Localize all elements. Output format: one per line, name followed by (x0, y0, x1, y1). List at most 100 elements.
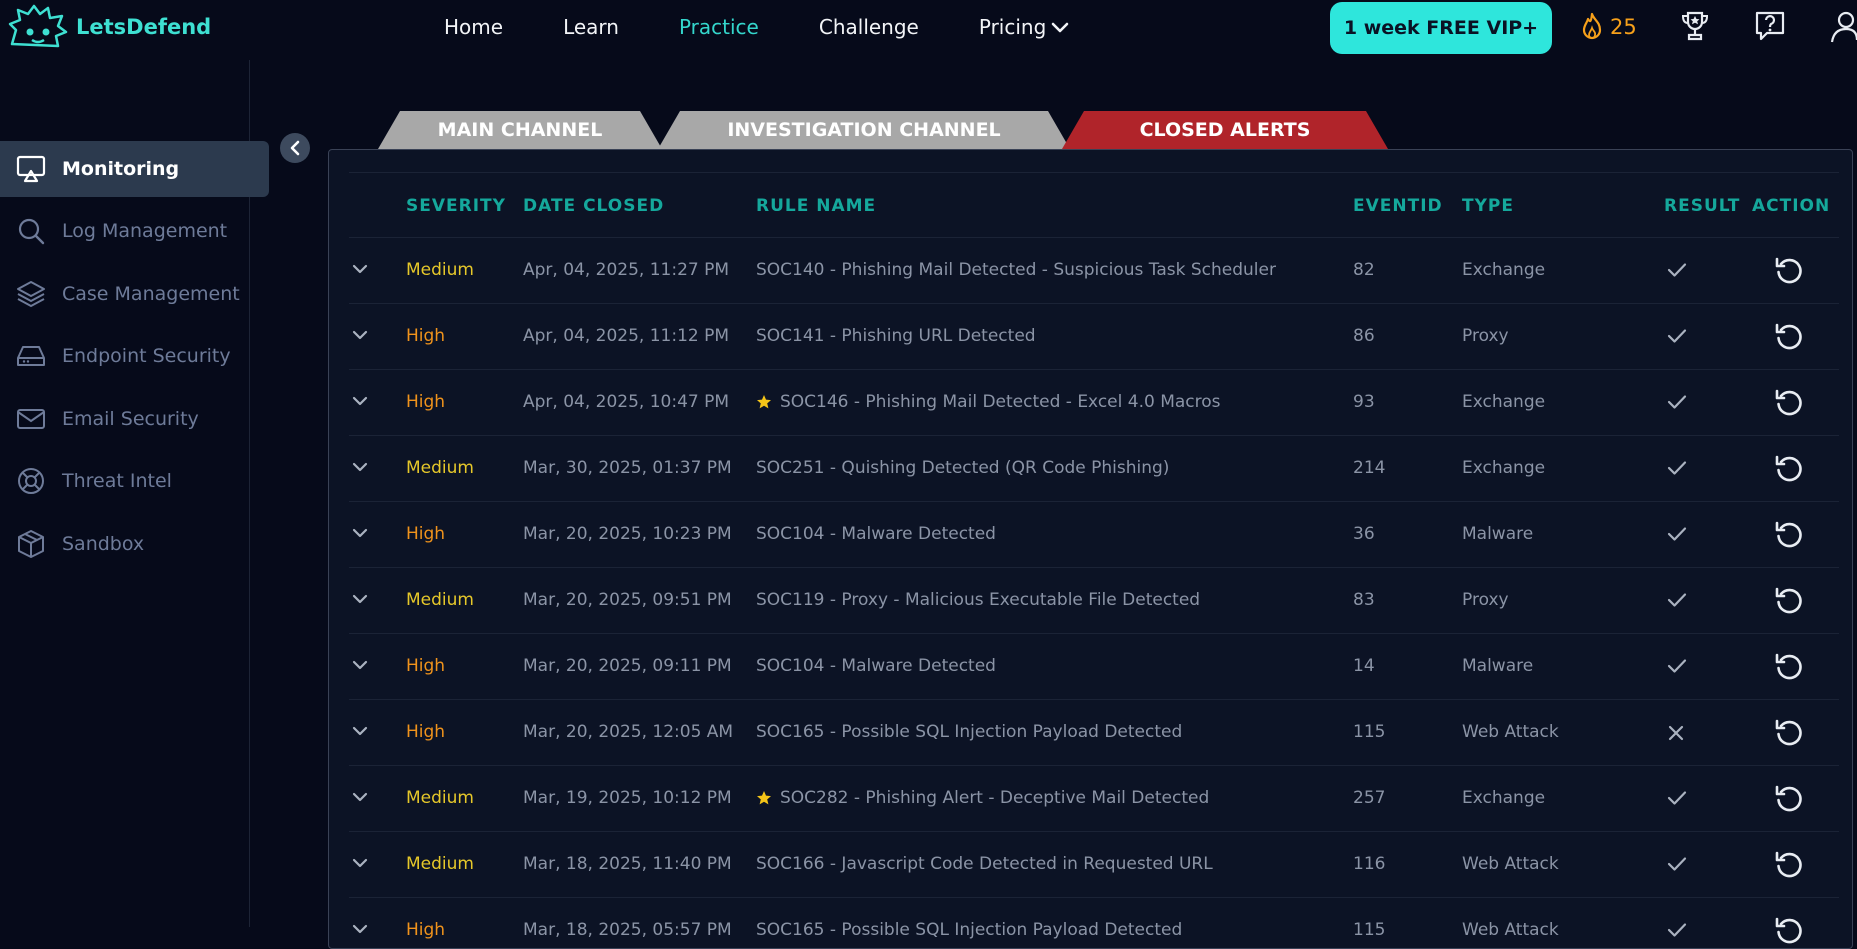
star-icon (756, 790, 772, 806)
reopen-undo-icon[interactable] (1774, 585, 1804, 620)
reopen-undo-icon[interactable] (1774, 453, 1804, 488)
expand-chevron-icon[interactable] (351, 854, 369, 874)
sidebar-collapse-button[interactable] (280, 133, 310, 163)
reopen-undo-icon[interactable] (1774, 717, 1804, 752)
reopen-undo-icon[interactable] (1774, 387, 1804, 422)
table-row[interactable]: High Mar, 18, 2025, 05:57 PM SOC165 - Poss… (349, 898, 1839, 948)
nav-learn[interactable]: Learn (563, 15, 619, 39)
table-row[interactable]: High Mar, 20, 2025, 10:23 PM SOC104 - Malw… (349, 502, 1839, 568)
table-row[interactable]: Medium Mar, 30, 2025, 01:37 PM SOC251 - Qu… (349, 436, 1839, 502)
leaderboard-trophy-icon[interactable] (1680, 10, 1710, 48)
table-row[interactable]: High Mar, 20, 2025, 09:11 PM SOC104 - Malw… (349, 634, 1839, 700)
event-id: 93 (1353, 392, 1375, 412)
free-vip-button[interactable]: 1 week FREE VIP+ (1330, 2, 1552, 54)
expand-chevron-icon[interactable] (351, 458, 369, 478)
monitor-icon (0, 155, 62, 183)
logo[interactable]: LetsDefend (8, 4, 211, 50)
severity-label: High (406, 722, 446, 742)
reopen-undo-icon[interactable] (1774, 255, 1804, 290)
alert-type: Proxy (1462, 326, 1509, 346)
sidebar-item-monitoring[interactable]: Monitoring (0, 141, 269, 197)
table-row[interactable]: Medium Mar, 19, 2025, 10:12 PM SOC282 - Ph… (349, 766, 1839, 832)
reopen-undo-icon[interactable] (1774, 321, 1804, 356)
help-question-icon[interactable] (1754, 10, 1786, 46)
expand-chevron-icon[interactable] (351, 788, 369, 808)
nav-practice[interactable]: Practice (679, 15, 759, 39)
rule-name-cell: SOC146 - Phishing Mail Detected - Excel … (756, 392, 1221, 412)
alert-type: Exchange (1462, 392, 1546, 412)
column-header-result[interactable]: RESULT (1664, 196, 1740, 216)
result-cross-icon (1667, 724, 1685, 747)
tab-closed-alerts[interactable]: CLOSED ALERTS (1062, 111, 1388, 149)
nav-pricing-label: Pricing (978, 15, 1047, 39)
rule-name: SOC282 - Phishing Alert - Deceptive Mail… (780, 788, 1210, 808)
column-header-action[interactable]: ACTION (1752, 196, 1830, 216)
reopen-undo-icon[interactable] (1774, 849, 1804, 884)
sidebar-item-log-management[interactable]: Log Management (0, 203, 269, 259)
table-row[interactable]: High Apr, 04, 2025, 11:12 PM SOC141 - Phis… (349, 304, 1839, 370)
expand-chevron-icon[interactable] (351, 590, 369, 610)
star-icon (756, 394, 772, 410)
nav-home[interactable]: Home (444, 15, 503, 39)
nav-challenge[interactable]: Challenge (819, 15, 919, 39)
reopen-undo-icon[interactable] (1774, 783, 1804, 818)
table-row[interactable]: High Apr, 04, 2025, 10:47 PM SOC146 - Phis… (349, 370, 1839, 436)
flame-icon (1582, 12, 1602, 40)
severity-label: High (406, 920, 446, 940)
table-header: SEVERITY DATE CLOSED RULE NAME EVENTID T… (349, 172, 1839, 238)
nav-pricing[interactable]: Pricing (979, 15, 1071, 39)
reopen-undo-icon[interactable] (1774, 519, 1804, 554)
expand-chevron-icon[interactable] (351, 326, 369, 346)
tab-investigation-channel[interactable]: INVESTIGATION CHANNEL (658, 111, 1070, 149)
table-row[interactable]: Medium Apr, 04, 2025, 11:27 PM SOC140 - Ph… (349, 238, 1839, 304)
logo-text: LetsDefend (76, 15, 212, 39)
table-row[interactable]: Medium Mar, 20, 2025, 09:51 PM SOC119 - Pr… (349, 568, 1839, 634)
streak-count: 25 (1610, 15, 1637, 39)
alert-type: Web Attack (1462, 722, 1559, 742)
date-closed: Apr, 04, 2025, 10:47 PM (523, 392, 730, 412)
reopen-undo-icon[interactable] (1774, 915, 1804, 948)
sidebar-item-endpoint-security[interactable]: Endpoint Security (0, 328, 269, 384)
column-header-rule-name[interactable]: RULE NAME (756, 196, 876, 216)
sidebar-item-email-security[interactable]: Email Security (0, 391, 269, 447)
expand-chevron-icon[interactable] (351, 722, 369, 742)
sidebar-item-label: Sandbox (62, 533, 145, 555)
severity-label: Medium (406, 458, 474, 478)
user-profile-icon[interactable] (1830, 10, 1857, 48)
event-id: 36 (1353, 524, 1375, 544)
event-id: 115 (1353, 920, 1386, 940)
event-id: 115 (1353, 722, 1386, 742)
rule-name-cell: SOC141 - Phishing URL Detected (756, 326, 1036, 346)
reopen-undo-icon[interactable] (1774, 651, 1804, 686)
column-header-type[interactable]: TYPE (1462, 196, 1514, 216)
sidebar-item-case-management[interactable]: Case Management (0, 266, 269, 322)
lifebuoy-icon (0, 466, 62, 496)
rule-name-cell: SOC119 - Proxy - Malicious Executable Fi… (756, 590, 1200, 610)
column-header-eventid[interactable]: EVENTID (1353, 196, 1443, 216)
expand-chevron-icon[interactable] (351, 260, 369, 280)
expand-chevron-icon[interactable] (351, 920, 369, 940)
sidebar-item-label: Email Security (62, 408, 199, 430)
event-id: 83 (1353, 590, 1375, 610)
hedgehog-logo-icon (8, 4, 68, 48)
expand-chevron-icon[interactable] (351, 392, 369, 412)
result-check-icon (1667, 394, 1687, 415)
expand-chevron-icon[interactable] (351, 656, 369, 676)
rule-name: SOC141 - Phishing URL Detected (756, 326, 1036, 346)
streak-counter[interactable]: 25 (1578, 12, 1637, 42)
main-nav: Home Learn Practice Challenge Pricing (444, 15, 1131, 39)
result-check-icon (1667, 658, 1687, 679)
column-header-severity[interactable]: SEVERITY (406, 196, 506, 216)
severity-label: Medium (406, 788, 474, 808)
table-row[interactable]: Medium Mar, 18, 2025, 11:40 PM SOC166 - Ja… (349, 832, 1839, 898)
severity-label: Medium (406, 260, 474, 280)
tab-main-channel[interactable]: MAIN CHANNEL (378, 111, 662, 149)
rule-name: SOC119 - Proxy - Malicious Executable Fi… (756, 590, 1201, 610)
sidebar-item-label: Threat Intel (62, 470, 172, 492)
sidebar-item-threat-intel[interactable]: Threat Intel (0, 453, 269, 509)
rule-name-cell: SOC251 - Quishing Detected (QR Code Phis… (756, 458, 1169, 478)
expand-chevron-icon[interactable] (351, 524, 369, 544)
sidebar-item-sandbox[interactable]: Sandbox (0, 516, 269, 572)
column-header-date-closed[interactable]: DATE CLOSED (523, 196, 664, 216)
table-row[interactable]: High Mar, 20, 2025, 12:05 AM SOC165 - Poss… (349, 700, 1839, 766)
